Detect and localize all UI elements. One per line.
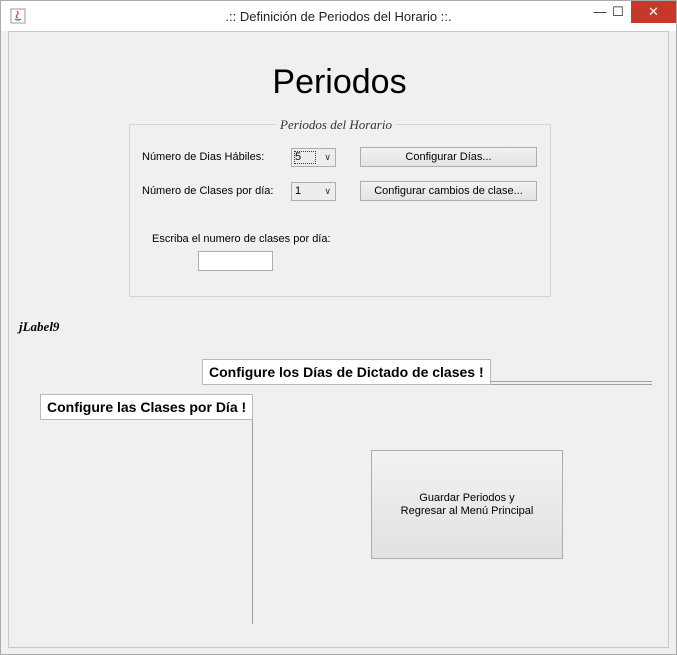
dias-habiles-label: Número de Dias Hábiles: bbox=[142, 151, 265, 163]
chevron-down-icon: ∨ bbox=[324, 186, 331, 196]
main-window: .:: Definición de Periodos del Horario :… bbox=[0, 0, 677, 655]
close-button[interactable]: ✕ bbox=[631, 1, 676, 23]
groupbox-legend: Periodos del Horario bbox=[276, 117, 396, 133]
configurar-cambios-button[interactable]: Configurar cambios de clase... bbox=[360, 181, 537, 201]
title-bar: .:: Definición de Periodos del Horario :… bbox=[1, 1, 676, 31]
clases-input[interactable] bbox=[198, 251, 273, 271]
clases-por-dia-value: 1 bbox=[295, 185, 302, 197]
configurar-dias-button[interactable]: Configurar Días... bbox=[360, 147, 537, 167]
save-button-line1: Guardar Periodos y bbox=[419, 492, 515, 504]
dias-habiles-combo[interactable]: 5 ∨ bbox=[291, 148, 336, 167]
clases-por-dia-combo[interactable]: 1 ∨ bbox=[291, 182, 336, 201]
tab-dias-dictado[interactable]: Configure los Días de Dictado de clases … bbox=[202, 359, 491, 385]
dias-habiles-value: 5 bbox=[295, 151, 302, 163]
panel-divider-line bbox=[252, 417, 253, 624]
chevron-down-icon: ∨ bbox=[324, 152, 331, 162]
window-title: .:: Definición de Periodos del Horario :… bbox=[225, 9, 452, 24]
tab-divider-line bbox=[489, 381, 652, 382]
maximize-button[interactable]: ☐ bbox=[604, 1, 632, 23]
page-title: Periodos bbox=[272, 63, 407, 101]
tab-clases-por-dia[interactable]: Configure las Clases por Día ! bbox=[40, 394, 254, 420]
guardar-periodos-button[interactable]: Guardar Periodos y Regresar al Menú Prin… bbox=[371, 450, 563, 559]
clases-por-dia-label: Número de Clases por día: bbox=[142, 185, 274, 197]
save-button-line2: Regresar al Menú Principal bbox=[400, 505, 534, 517]
escriba-label: Escriba el numero de clases por día: bbox=[152, 233, 331, 245]
jlabel9: jLabel9 bbox=[19, 319, 60, 334]
